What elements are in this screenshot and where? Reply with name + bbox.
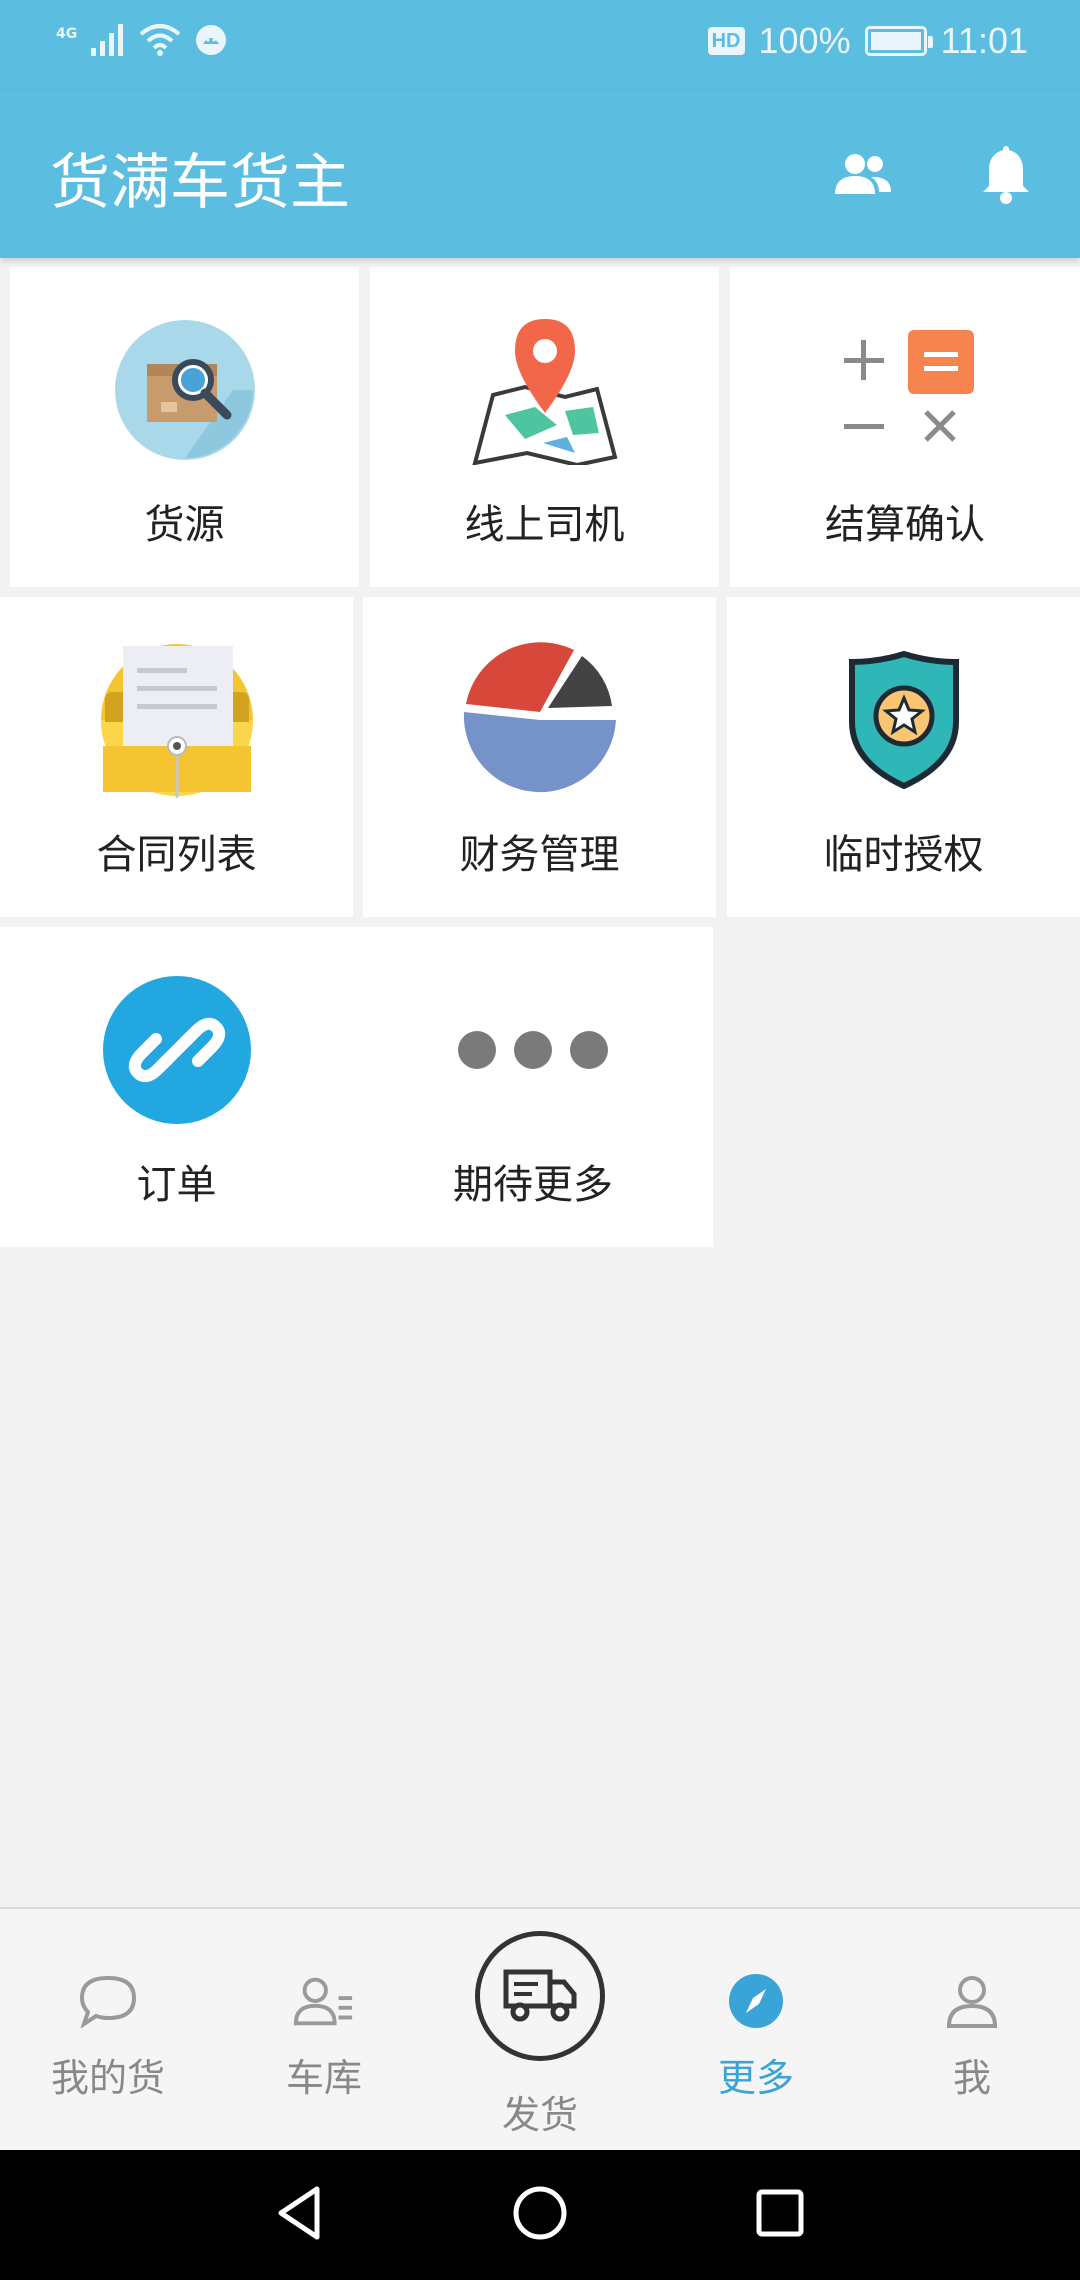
tile-label: 订单 xyxy=(136,1162,217,1208)
clock: 11:01 xyxy=(940,20,1028,61)
nav-label: 车库 xyxy=(285,2056,362,2100)
tile-orders[interactable]: 订单 xyxy=(0,927,353,1247)
pie-chart-icon xyxy=(460,642,620,795)
user-icon xyxy=(940,1969,1004,2033)
recents-icon xyxy=(755,2188,805,2242)
nav-ship[interactable]: 发货 xyxy=(432,1909,648,2152)
tile-label: 货源 xyxy=(144,502,225,548)
tile-label: 线上司机 xyxy=(464,502,625,548)
nav-me[interactable]: 我 xyxy=(864,1909,1080,2152)
tile-temp-authorization[interactable]: 临时授权 xyxy=(727,597,1080,917)
tile-label: 结算确认 xyxy=(825,502,985,548)
tile-cargo-source[interactable]: 货源 xyxy=(10,267,359,587)
status-left: 4G xyxy=(56,22,227,60)
cargo-search-icon xyxy=(105,315,265,465)
battery-icon xyxy=(864,26,933,56)
truck-icon xyxy=(502,1964,578,2028)
tile-label: 财务管理 xyxy=(459,832,620,878)
shield-star-icon xyxy=(824,645,984,795)
contacts-button[interactable] xyxy=(827,140,899,212)
tile-settlement[interactable]: 结算确认 xyxy=(730,267,1080,587)
hd-badge: HD xyxy=(707,27,745,55)
android-icon xyxy=(195,24,227,60)
nav-label: 我 xyxy=(952,2056,991,2100)
tile-label: 期待更多 xyxy=(453,1162,613,1208)
tile-online-drivers[interactable]: 线上司机 xyxy=(370,267,719,587)
map-pin-icon xyxy=(465,315,625,465)
nav-more[interactable]: 更多 xyxy=(648,1909,864,2152)
home-button[interactable] xyxy=(505,2180,575,2250)
app-bar: 货满车货主 xyxy=(0,90,1080,258)
compass-icon xyxy=(724,1969,788,2033)
nav-label: 我的货 xyxy=(50,2056,165,2100)
more-dots-icon xyxy=(453,975,613,1125)
bell-icon xyxy=(979,142,1033,210)
recents-button[interactable] xyxy=(745,2180,815,2250)
status-bar: 4G HD 100% 11:01 xyxy=(0,0,1080,90)
nav-label: 更多 xyxy=(717,2056,794,2100)
back-icon xyxy=(275,2185,325,2245)
system-nav-bar xyxy=(0,2150,1080,2280)
wifi-icon xyxy=(139,22,181,60)
chat-bubble-icon xyxy=(76,1969,140,2033)
calculator-icon xyxy=(825,315,985,465)
notifications-button[interactable] xyxy=(970,140,1042,212)
nav-label: 发货 xyxy=(501,2093,578,2137)
app-title: 货满车货主 xyxy=(50,148,350,218)
tile-label: 临时授权 xyxy=(823,832,984,878)
signal-icon xyxy=(91,24,125,60)
nav-garage[interactable]: 车库 xyxy=(216,1909,432,2152)
network-type: 4G xyxy=(56,26,78,42)
status-right: HD 100% 11:01 xyxy=(707,20,1028,62)
link-icon xyxy=(97,975,257,1125)
contacts-icon xyxy=(831,150,895,202)
back-button[interactable] xyxy=(265,2180,335,2250)
tile-label: 合同列表 xyxy=(96,832,257,878)
tile-more-coming[interactable]: 期待更多 xyxy=(353,927,713,1247)
nav-my-cargo[interactable]: 我的货 xyxy=(0,1909,216,2152)
user-list-icon xyxy=(292,1969,356,2033)
ship-button[interactable] xyxy=(475,1931,605,2061)
tile-finance[interactable]: 财务管理 xyxy=(363,597,716,917)
tile-contract-list[interactable]: 合同列表 xyxy=(0,597,353,917)
home-icon xyxy=(512,2185,568,2245)
bottom-nav: 我的货 车库 发货 更多 我 xyxy=(0,1907,1080,2150)
envelope-document-icon xyxy=(97,644,257,798)
battery-percent: 100% xyxy=(758,20,851,61)
